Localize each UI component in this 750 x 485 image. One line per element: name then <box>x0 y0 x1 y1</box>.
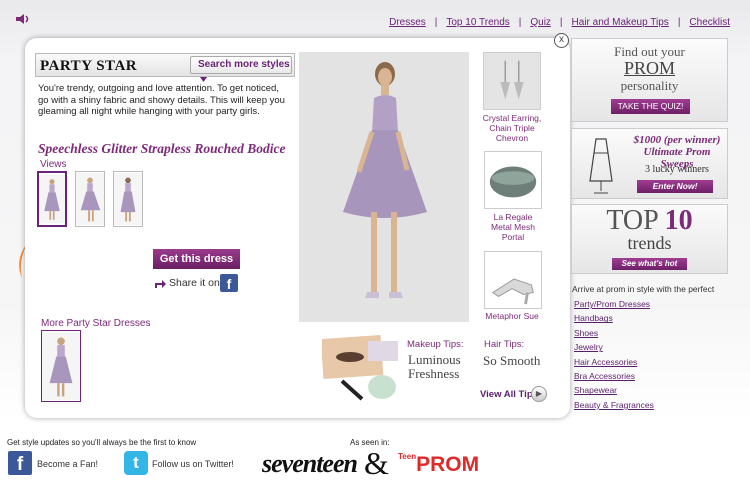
shoe-icon[interactable] <box>484 251 542 309</box>
category-link[interactable]: Bra Accessories <box>574 371 635 381</box>
list-item: Bra Accessories <box>574 369 654 383</box>
category-link[interactable]: Shoes <box>574 328 598 338</box>
ampersand-logo: & <box>364 445 389 481</box>
sweeps-winners: 3 lucky winners <box>645 164 709 175</box>
chevron-down-icon <box>200 77 207 82</box>
hair-tips-label: Hair Tips: <box>484 339 525 350</box>
nav-separator: | <box>518 17 522 28</box>
nav-quiz[interactable]: Quiz <box>530 17 551 28</box>
list-item: Handbags <box>574 311 654 325</box>
nav-separator: | <box>677 17 681 28</box>
teen-prom-teen: Teen <box>398 452 417 461</box>
share-arrow-icon <box>155 279 166 288</box>
nav-separator: | <box>559 17 563 28</box>
twitter-icon[interactable]: t <box>124 451 148 475</box>
speaker-icon[interactable] <box>16 14 30 24</box>
become-fan-link[interactable]: Become a Fan! <box>37 459 98 469</box>
category-link[interactable]: Shapewear <box>574 385 617 395</box>
nav-hair-makeup-tips[interactable]: Hair and Makeup Tips <box>572 17 669 28</box>
more-dress-thumb[interactable] <box>41 330 81 402</box>
nav-checklist[interactable]: Checklist <box>689 17 730 28</box>
facebook-icon[interactable]: f <box>8 451 32 475</box>
dress-view-thumb-front[interactable] <box>37 171 67 227</box>
category-list: Party/Prom Dresses Handbags Shoes Jewelr… <box>574 297 654 412</box>
list-item: Beauty & Fragrances <box>574 398 654 412</box>
prom-quiz-banner[interactable]: Find out your PROM personality TAKE THE … <box>571 38 728 122</box>
makeup-tips-image[interactable] <box>322 333 404 403</box>
makeup-tip-title[interactable]: Luminous Freshness <box>408 353 478 381</box>
top10-trends-word: trends <box>627 233 672 253</box>
category-link[interactable]: Beauty & Fragrances <box>574 400 654 410</box>
dress-form-icon <box>589 138 613 194</box>
style-updates-text: Get style updates so you'll always be th… <box>7 438 197 447</box>
views-label: Views <box>40 159 67 170</box>
nav-dresses[interactable]: Dresses <box>389 17 426 28</box>
search-more-label: Search more styles <box>198 59 290 70</box>
top10-top: TOP <box>606 205 658 236</box>
category-link[interactable]: Handbags <box>574 313 613 323</box>
list-item: Party/Prom Dresses <box>574 297 654 311</box>
prom-sweeps-banner[interactable]: $1000 (per winner) Ultimate Prom Sweeps … <box>571 128 728 199</box>
dress-model-photo <box>299 52 469 322</box>
top-nav: Dresses | Top 10 Trends | Quiz | Hair an… <box>389 17 730 28</box>
arrive-text: Arrive at prom in style with the perfect <box>572 284 715 294</box>
get-this-dress-button[interactable]: Get this dress <box>153 249 240 269</box>
accessory-label[interactable]: Metaphor Sue <box>481 311 543 321</box>
dress-view-thumb-back[interactable] <box>113 171 143 227</box>
top10-trends-banner[interactable]: TOP 10 trends See what's hot <box>571 204 728 274</box>
makeup-tips-label: Makeup Tips: <box>407 339 464 350</box>
earring-icon[interactable] <box>483 52 541 110</box>
arrow-right-icon[interactable]: ▶ <box>531 386 547 402</box>
teen-prom-prom: PROM <box>416 453 480 476</box>
hair-tip-title[interactable]: So Smooth <box>483 353 540 369</box>
nav-top10-trends[interactable]: Top 10 Trends <box>446 17 509 28</box>
enter-now-button[interactable]: Enter Now! <box>637 180 713 193</box>
quiz-line2: PROM <box>623 58 676 78</box>
list-item: Shoes <box>574 326 654 340</box>
clutch-icon[interactable] <box>484 151 542 209</box>
take-quiz-button[interactable]: TAKE THE QUIZ! <box>611 99 690 114</box>
teen-prom-logo: TeenPROM <box>398 452 479 477</box>
list-item: Hair Accessories <box>574 355 654 369</box>
style-title: PARTY STAR <box>40 58 138 74</box>
category-link[interactable]: Hair Accessories <box>574 357 637 367</box>
list-item: Shapewear <box>574 383 654 397</box>
dress-name: Speechless Glitter Strapless Rouched Bod… <box>38 141 286 156</box>
nav-separator: | <box>434 17 438 28</box>
follow-twitter-link[interactable]: Follow us on Twitter! <box>152 459 234 469</box>
more-dresses-label: More Party Star Dresses <box>41 318 151 329</box>
sweeps-amount: $1000 (per winner) <box>633 134 721 146</box>
share-link[interactable]: Share it on <box>155 277 220 289</box>
dress-view-thumb-side[interactable] <box>75 171 105 227</box>
list-item: Jewelry <box>574 340 654 354</box>
share-label: Share it on <box>169 277 220 289</box>
category-link[interactable]: Party/Prom Dresses <box>574 299 650 309</box>
view-all-tips-link[interactable]: View All Tips <box>480 389 538 400</box>
quiz-line3: personality <box>620 78 679 93</box>
style-description: You're trendy, outgoing and love attenti… <box>38 83 285 117</box>
accessory-label[interactable]: Crystal Earring, Chain Triple Chevron <box>481 113 543 143</box>
seventeen-logo: seventeen <box>262 449 358 478</box>
facebook-share-icon[interactable]: f <box>220 274 238 292</box>
category-link[interactable]: Jewelry <box>574 342 603 352</box>
accessory-label[interactable]: La Regale Metal Mesh Portal <box>485 212 541 242</box>
close-button[interactable]: x <box>554 33 569 48</box>
see-whats-hot-button[interactable]: See what's hot <box>612 258 687 270</box>
top10-number: 10 <box>664 205 693 236</box>
search-more-styles-dropdown[interactable]: Search more styles <box>190 56 292 82</box>
